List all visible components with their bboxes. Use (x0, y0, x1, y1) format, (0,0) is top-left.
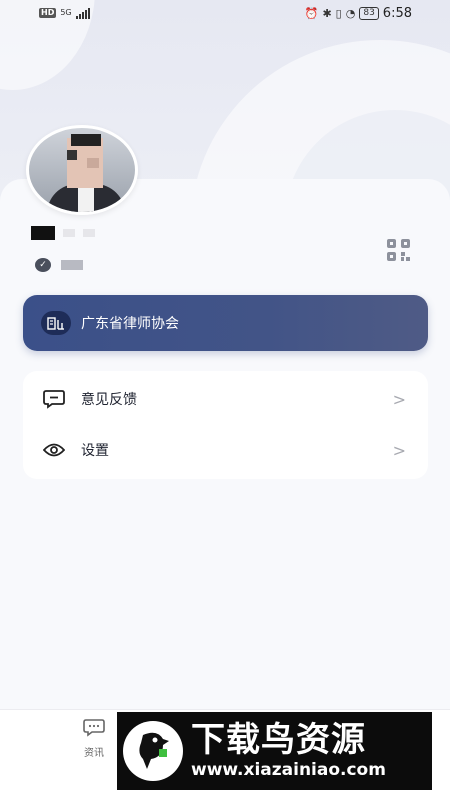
building-icon (41, 311, 71, 335)
menu-item-label: 设置 (81, 443, 109, 459)
bluetooth-icon: ✱ (322, 6, 332, 20)
menu-card: 意见反馈 > 设置 > (23, 371, 428, 479)
user-name-redacted (31, 226, 95, 240)
nav-item-news[interactable]: 资讯 (78, 718, 110, 759)
menu-item-label: 意见反馈 (81, 392, 137, 408)
feedback-icon (43, 388, 65, 410)
association-label: 广东省律师协会 (81, 316, 179, 332)
chat-icon (83, 719, 105, 737)
watermark-title: 下载鸟资源 (191, 720, 366, 760)
chevron-right-icon: > (392, 389, 406, 409)
watermark-url: www.xiazainiao.com (191, 760, 386, 780)
qr-code-icon[interactable] (386, 238, 412, 262)
battery-icon: 83 (359, 6, 379, 20)
nav-item-label: 资讯 (84, 748, 104, 759)
menu-item-settings[interactable]: 设置 > (23, 425, 428, 475)
network-type: 5G (60, 8, 72, 17)
eye-icon (43, 439, 65, 461)
user-subtitle: ✓ (35, 258, 83, 272)
menu-item-feedback[interactable]: 意见反馈 > (23, 374, 428, 424)
watermark-banner: 下载鸟资源 www.xiazainiao.com (117, 712, 432, 790)
chevron-right-icon: > (392, 440, 406, 460)
subtitle-redacted (61, 260, 83, 270)
check-icon: ✓ (35, 258, 51, 272)
clock: 6:58 (382, 5, 412, 21)
association-banner[interactable]: 广东省律师协会 (23, 295, 428, 351)
hd-badge: HD (39, 8, 57, 18)
speed-icon: ◔ (345, 6, 356, 20)
vibrate-icon: ▯ (335, 6, 342, 20)
avatar[interactable] (26, 125, 138, 215)
signal-icon (75, 7, 90, 19)
alarm-icon: ⏰ (304, 6, 319, 20)
status-bar: HD 5G ⏰ ✱ ▯ ◔ 83 6:58 (0, 0, 450, 26)
bird-logo-icon (123, 721, 183, 781)
